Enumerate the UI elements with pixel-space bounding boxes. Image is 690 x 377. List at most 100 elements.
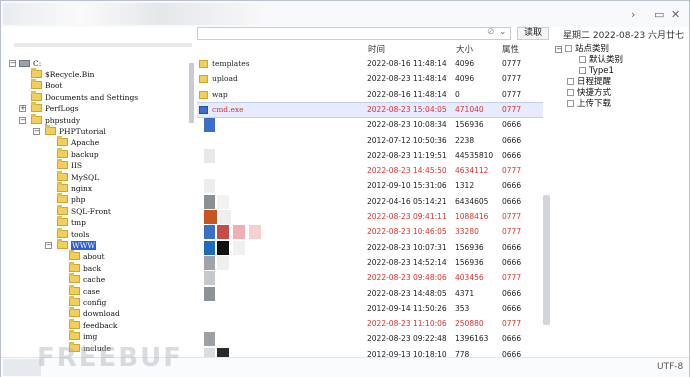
tree-node[interactable]: about (69, 250, 105, 262)
tree-node[interactable]: Documents and Settings (31, 91, 138, 103)
tree-node[interactable]: img (69, 330, 97, 342)
expander-icon[interactable]: + (19, 105, 26, 112)
tree-node[interactable]: download (69, 307, 120, 319)
file-time: 2012-09-10 15:31:06 (367, 181, 447, 191)
redacted-block (219, 210, 231, 224)
read-button[interactable]: 读取 (517, 27, 549, 40)
file-attr: 0777 (502, 227, 522, 237)
tree-node[interactable]: cache (69, 273, 105, 285)
list-item[interactable]: 2022-08-23 09:22:48 1396163 0666 (197, 332, 543, 347)
file-size: 250880 (455, 319, 484, 329)
panel-schedule[interactable]: 日程提醒 (567, 77, 611, 88)
column-header-size[interactable]: 大小 (456, 43, 473, 55)
tree-node[interactable]: + PerfLogs (19, 102, 79, 114)
file-name: cmd.exe (212, 104, 244, 114)
tree-node[interactable]: − PHPTutorial (33, 125, 106, 137)
column-header-time[interactable]: 时间 (368, 43, 385, 55)
file-size: 156936 (455, 242, 484, 252)
tree-node[interactable]: tmp (57, 216, 86, 228)
redacted-block (204, 347, 215, 357)
list-item[interactable]: 2022-04-16 05:14:21 6434605 0666 (197, 194, 543, 209)
folder-icon (199, 75, 208, 84)
file-attr: 0777 (502, 89, 522, 99)
list-item[interactable]: 2022-08-23 10:07:31 156936 0666 (197, 240, 543, 255)
list-item[interactable]: 2022-08-23 10:46:05 33280 0777 (197, 225, 543, 240)
list-item[interactable]: 2012-09-10 15:31:06 1312 0666 (197, 179, 543, 194)
tree-node-drive[interactable]: − C: (9, 58, 41, 69)
tree-node[interactable]: nginx (57, 182, 92, 194)
close-icon[interactable]: ✕ (671, 9, 680, 21)
list-item[interactable]: wap 2022-08-16 11:48:14 0 0777 (197, 88, 543, 102)
redacted-block (217, 240, 229, 255)
tree-node[interactable]: Apache (57, 136, 99, 148)
tree-scrollbar[interactable] (189, 63, 194, 123)
file-size: 4371 (455, 288, 475, 298)
folder-icon (69, 250, 80, 260)
category-icon (579, 67, 586, 74)
list-item[interactable]: cmd.exe 2022-08-23 15:04:05 471040 0777 (197, 101, 543, 118)
panel-site-category[interactable]: − 站点类别 (555, 44, 609, 55)
tree-node[interactable]: Boot (31, 79, 63, 91)
tree-node[interactable]: − WWW (45, 239, 97, 251)
forward-icon[interactable]: › (631, 9, 635, 21)
list-item[interactable]: upload 2022-08-23 11:48:14 4096 0777 (197, 72, 543, 86)
file-time: 2012-09-13 10:18:10 (367, 349, 447, 357)
panel-upload-download[interactable]: 上传下载 (567, 99, 611, 110)
list-item[interactable]: 2022-08-23 09:48:06 403456 0777 (197, 271, 543, 286)
folder-icon (31, 102, 42, 112)
expander-icon[interactable]: − (45, 242, 52, 249)
list-item[interactable]: 2022-08-23 11:19:51 44535810 0666 (197, 148, 543, 163)
list-item[interactable]: 2022-08-23 14:45:50 4634112 0777 (197, 164, 543, 178)
folder-icon (69, 296, 80, 306)
expander-icon[interactable]: − (19, 117, 26, 124)
folder-icon (57, 205, 68, 215)
panel-shortcut[interactable]: 快捷方式 (567, 88, 611, 99)
shortcut-icon (567, 89, 574, 96)
chevron-down-icon[interactable]: ⌄ (499, 27, 507, 37)
tree-node[interactable]: − phpstudy (19, 114, 81, 126)
tree-node[interactable]: backup (57, 148, 99, 160)
list-item[interactable]: 2022-08-23 14:52:14 156936 0666 (197, 255, 543, 270)
list-item[interactable]: 2022-08-23 09:41:11 1088416 0777 (197, 210, 543, 224)
file-attr: 0777 (502, 166, 522, 176)
file-attr: 0666 (502, 303, 522, 313)
file-time: 2022-08-23 14:45:50 (367, 166, 447, 176)
tree-node[interactable]: IIS (57, 159, 82, 171)
list-item[interactable]: 2012-09-14 11:50:26 353 0666 (197, 302, 543, 316)
tree-node[interactable]: feedback (69, 319, 117, 331)
path-input[interactable] (197, 27, 511, 40)
redacted-block (217, 347, 229, 357)
folder-icon (57, 239, 68, 249)
redacted-block (204, 332, 215, 347)
tree-node-label: phpstudy (45, 116, 81, 125)
file-time: 2022-08-23 10:07:31 (367, 242, 447, 252)
tree-node[interactable]: php (57, 193, 85, 205)
tree-node[interactable]: $Recycle.Bin (31, 68, 94, 80)
list-item[interactable]: templates 2022-08-16 11:48:14 4096 0777 (197, 57, 543, 71)
category-icon (579, 56, 586, 63)
restore-icon[interactable]: ▭ (654, 9, 664, 21)
tree-node[interactable]: SQL-Front (57, 205, 111, 217)
clear-icon[interactable]: ⊘ (487, 27, 495, 37)
file-time: 2022-08-23 14:48:05 (367, 288, 447, 298)
tree-node[interactable]: MySQL (57, 171, 99, 183)
list-scrollbar[interactable] (543, 195, 550, 325)
folder-icon (57, 182, 68, 192)
tree-node-label: about (83, 252, 105, 261)
list-item[interactable]: 2022-08-23 10:08:34 156936 0666 (197, 118, 543, 133)
list-item[interactable]: 2022-08-23 14:48:05 4371 0666 (197, 286, 543, 301)
panel-type1[interactable]: Type1 (579, 66, 614, 77)
tree-node[interactable]: config (69, 296, 106, 308)
list-item[interactable]: 2012-09-13 10:18:10 778 0666 (197, 347, 543, 357)
list-item[interactable]: 2022-08-23 11:10:06 250880 0777 (197, 317, 543, 331)
file-name: upload (212, 74, 238, 84)
redacted-block (233, 240, 245, 255)
panel-default-category[interactable]: 默认类别 (579, 55, 623, 66)
column-header-attr[interactable]: 属性 (502, 43, 519, 55)
file-name: templates (212, 59, 250, 68)
list-item[interactable]: 2012-07-12 10:50:36 2238 0666 (197, 134, 543, 148)
redacted-block (204, 179, 215, 194)
folder-icon (199, 90, 208, 99)
expander-icon[interactable]: − (33, 128, 40, 135)
tree-node-label: PerfLogs (45, 104, 79, 113)
